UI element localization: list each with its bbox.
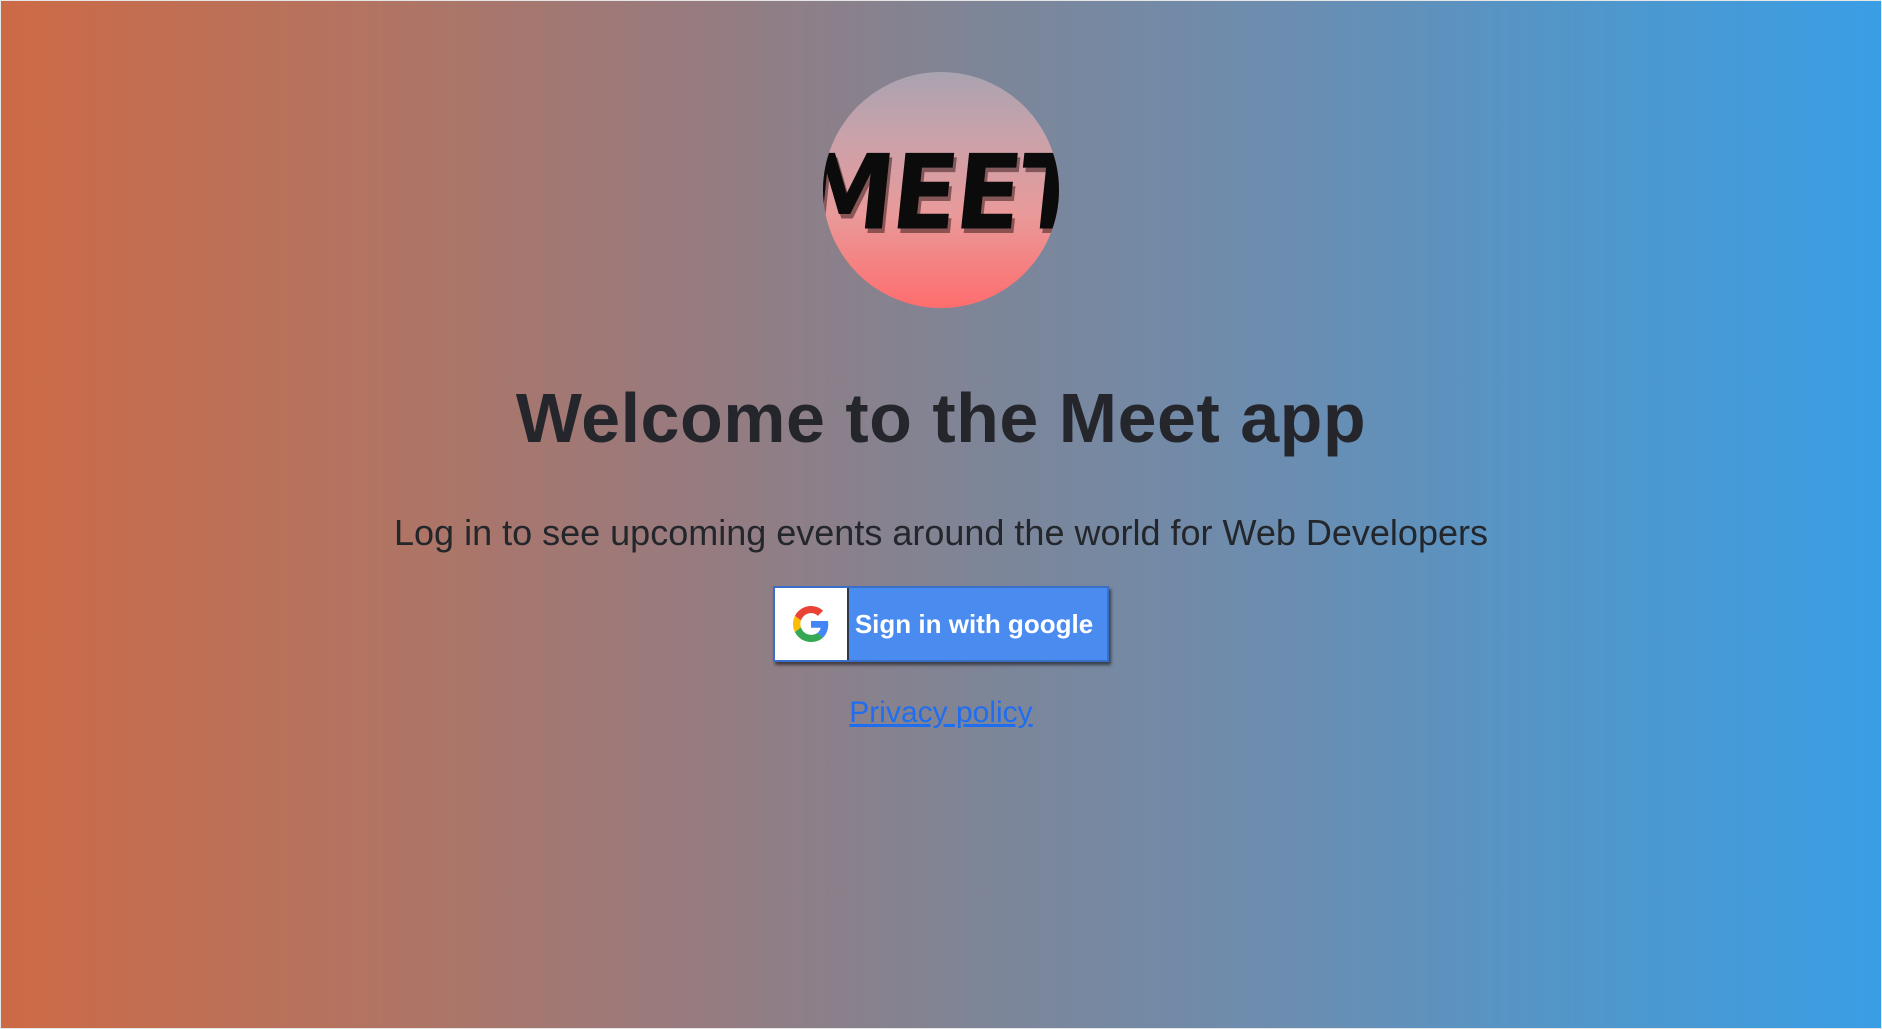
- page-title: Welcome to the Meet app: [515, 379, 1367, 457]
- google-icon-container: [775, 588, 849, 660]
- logo-text: MEET: [823, 132, 1059, 254]
- google-signin-label: Sign in with google: [854, 608, 1094, 639]
- google-g-icon: [793, 606, 829, 642]
- privacy-policy-link[interactable]: Privacy policy: [849, 696, 1032, 730]
- meet-logo: MEET: [823, 72, 1059, 308]
- google-signin-button[interactable]: Sign in with google: [773, 586, 1109, 662]
- welcome-screen: MEET Welcome to the Meet app Log in to s…: [0, 0, 1882, 730]
- page-subtitle: Log in to see upcoming events around the…: [394, 512, 1488, 553]
